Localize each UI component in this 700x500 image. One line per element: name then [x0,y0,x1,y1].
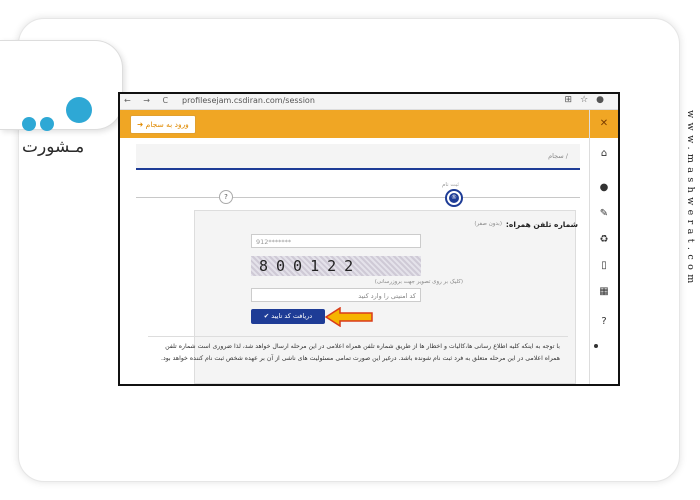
brand-logo: مـشورت [0,40,123,157]
security-code-input[interactable]: کد امنیتی را وارد کنید [251,288,421,302]
notice-text: با توجه به اینکه کلیه اطلاع رسانی ها،کال… [161,343,560,362]
site-logo-icon: ✕ [590,110,618,138]
logo-text: مـشورت [22,137,85,157]
help-icon[interactable]: ? [590,316,618,327]
logo-dot [22,117,36,131]
mobile-icon[interactable]: ▯ [590,260,618,271]
browser-window: ← → C profilesejam.csdiran.com/session ⊞… [118,92,620,386]
phone-label: شماره تلفن همراه: [505,220,578,229]
side-url: www.mashwerat.com [685,110,696,288]
step-pending: ? [219,190,233,204]
breadcrumb-link[interactable]: سجام / [548,152,568,160]
user-icon[interactable]: ● [590,182,618,193]
captcha-image[interactable]: 800122 [251,256,421,276]
browser-toolbar: ← → C profilesejam.csdiran.com/session ⊞… [120,94,618,110]
phone-hint: (بدون صفر) [474,221,502,227]
document-icon[interactable]: ▦ [590,286,618,297]
nav-buttons[interactable]: ← → C [124,96,173,105]
captcha-text: 800122 [259,257,362,275]
home-icon[interactable]: ⌂ [590,148,618,159]
address-bar[interactable]: profilesejam.csdiran.com/session [182,96,315,105]
step-active-label: ثبت نام [442,182,459,188]
bullet [594,344,598,348]
steps-line [136,197,580,198]
divider [148,336,568,337]
logo-dot [40,117,54,131]
logo-circle [66,97,92,123]
side-menu: ✕ ⌂ ● ✎ ♻ ▯ ▦ ? [589,110,618,384]
phone-input[interactable]: 912******* [251,234,421,248]
captcha-hint: (کلیک بر روی تصویر جهت بروزرسانی) [374,279,463,285]
edit-icon[interactable]: ✎ [590,208,618,219]
login-button[interactable]: ➜ ورود به سجام [130,115,196,134]
pointer-arrow-icon [324,307,373,327]
breadcrumb: سجام / [136,144,580,170]
step-active-icon: ® [449,193,459,203]
recycle-icon[interactable]: ♻ [590,234,618,245]
get-code-button[interactable]: ✔ دریافت کد تایید [251,309,325,324]
browser-actions[interactable]: ⊞☆● [565,95,612,105]
